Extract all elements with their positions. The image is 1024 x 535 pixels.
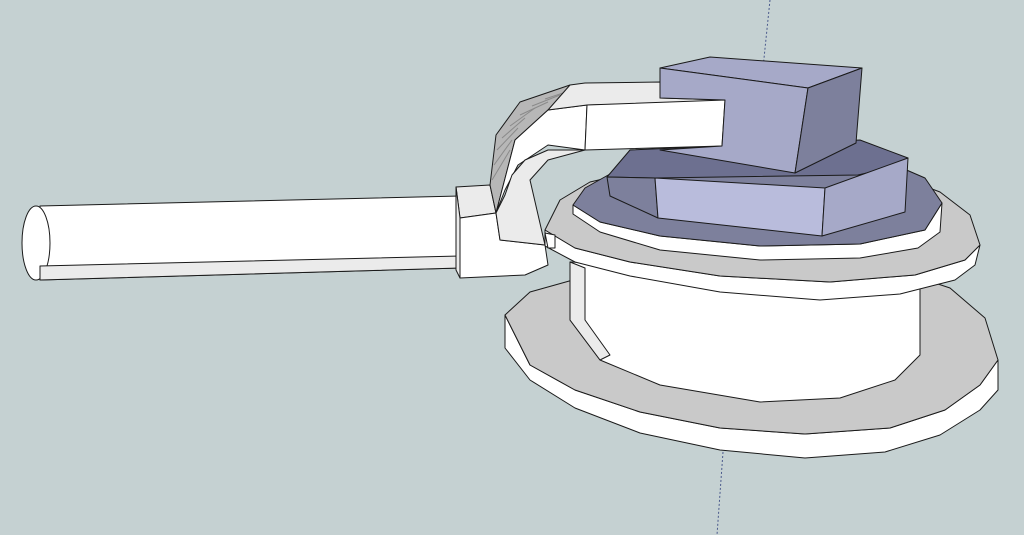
sketchup-viewport[interactable] (0, 0, 1024, 535)
3d-model-scene[interactable] (0, 0, 1024, 535)
pipe-rod (21, 195, 461, 281)
